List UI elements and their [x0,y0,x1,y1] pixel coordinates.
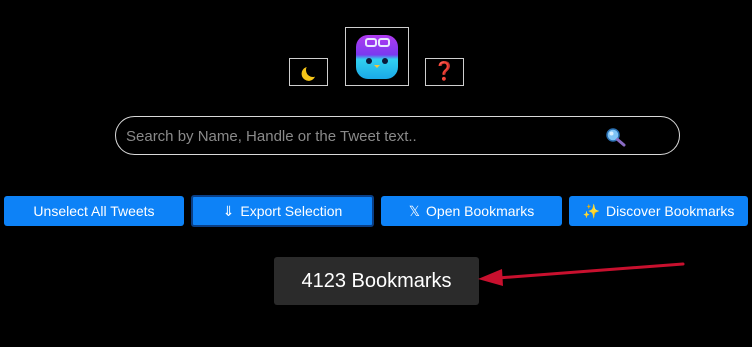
robot-mascot-icon [356,34,398,79]
download-arrow-icon: ⇓ [222,203,235,219]
export-selection-button[interactable]: ⇓ Export Selection [191,195,374,227]
help-button[interactable]: ❓ [425,58,464,86]
bookmark-count-text: 4123 Bookmarks [301,269,452,292]
logo [345,27,409,86]
question-mark-icon: ❓ [433,61,456,82]
export-selection-label: Export Selection [240,203,343,219]
moon-icon [304,62,320,78]
discover-bookmarks-button[interactable]: ✨ Discover Bookmarks [569,196,748,226]
unselect-all-button[interactable]: Unselect All Tweets [4,196,184,226]
x-logo-icon: 𝕏 [408,203,421,219]
magnifier-icon[interactable] [605,127,627,147]
theme-toggle-button[interactable] [289,58,328,86]
bookmark-count-badge: 4123 Bookmarks [274,257,479,305]
open-bookmarks-label: Open Bookmarks [426,203,535,219]
discover-bookmarks-label: Discover Bookmarks [606,203,735,219]
annotation-arrow-icon [478,262,685,286]
search-bar [115,116,680,155]
search-input[interactable] [126,123,596,149]
sparkles-icon: ✨ [582,203,601,219]
unselect-all-label: Unselect All Tweets [33,203,155,219]
open-bookmarks-button[interactable]: 𝕏 Open Bookmarks [381,196,562,226]
